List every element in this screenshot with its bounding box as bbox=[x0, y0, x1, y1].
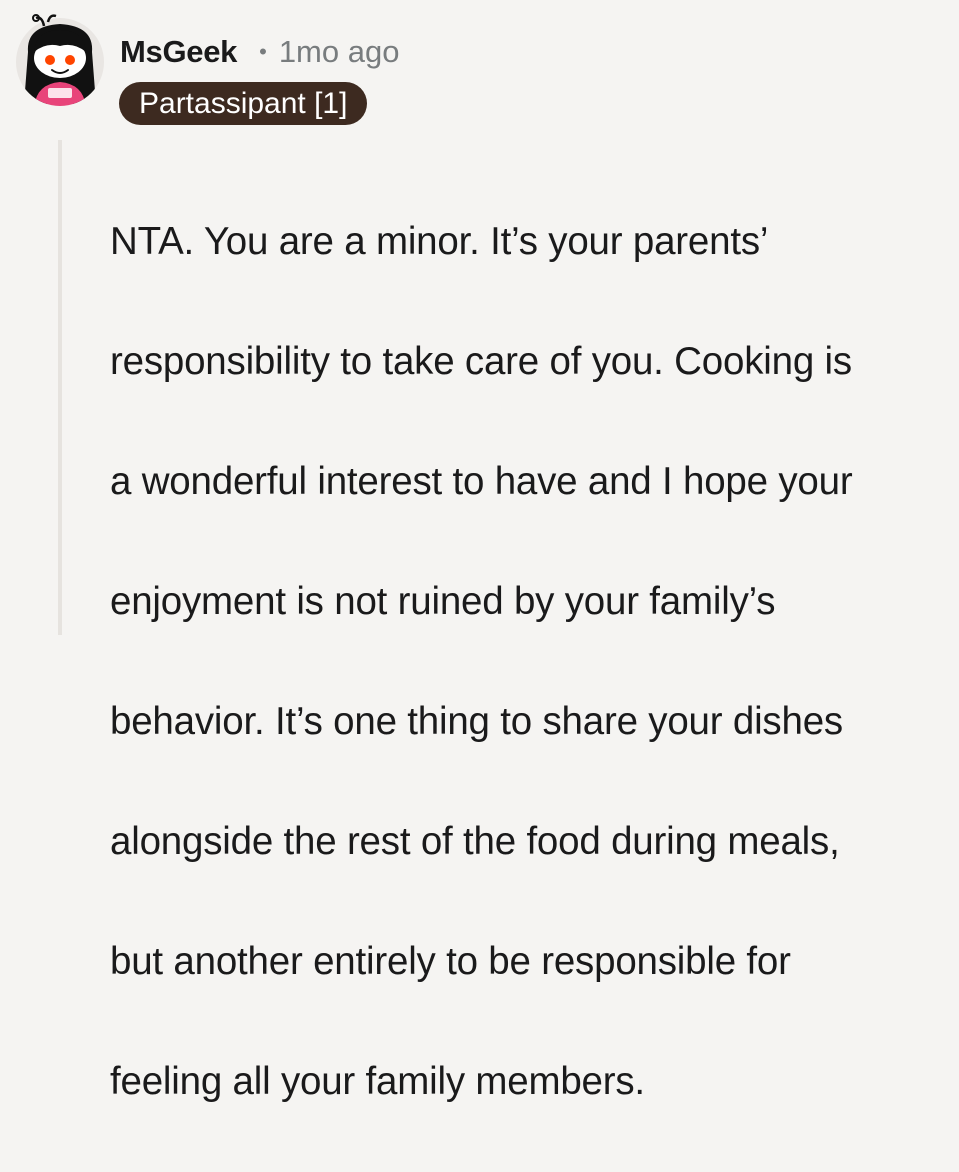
comment-meta: MsGeek • 1mo ago bbox=[120, 30, 399, 74]
timestamp[interactable]: 1mo ago bbox=[279, 34, 400, 70]
user-flair-badge[interactable]: Partassipant [1] bbox=[119, 82, 368, 125]
comment-body-line: alongside the rest of the food during me… bbox=[110, 820, 840, 863]
comment-body-line: behavior. It’s one thing to share your d… bbox=[110, 700, 843, 743]
comment: MsGeek • 1mo ago Partassipant [1] NTA. Y… bbox=[0, 0, 959, 1103]
comment-body-line: but another entirely to be responsible f… bbox=[110, 940, 791, 983]
avatar[interactable] bbox=[14, 12, 106, 108]
comment-body-line: responsibility to take care of you. Cook… bbox=[110, 340, 852, 383]
comment-body-line: feeling all your family members. bbox=[110, 1060, 645, 1103]
comment-body-line: a wonderful interest to have and I hope … bbox=[110, 460, 853, 503]
separator-dot: • bbox=[259, 39, 267, 64]
username-link[interactable]: MsGeek bbox=[120, 34, 237, 70]
thread-line[interactable] bbox=[58, 140, 62, 635]
comment-body-line: enjoyment is not ruined by your family’s bbox=[110, 580, 776, 623]
comment-body: NTA. You are a minor. It’s your parents’… bbox=[110, 152, 950, 1172]
snoo-avatar-icon bbox=[16, 14, 104, 106]
comment-body-line: NTA. You are a minor. It’s your parents’ bbox=[110, 220, 769, 263]
